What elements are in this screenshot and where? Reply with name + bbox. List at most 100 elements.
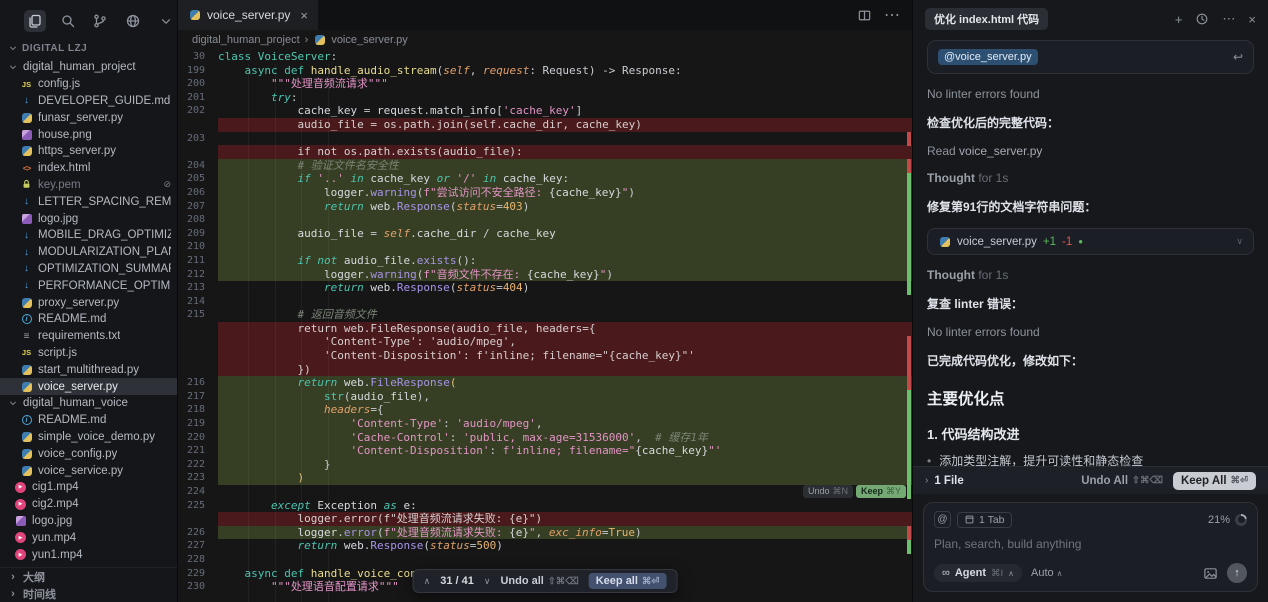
code-line-deleted-33[interactable]: logger.error(f"处理音频流请求失败: {e}")	[178, 512, 912, 526]
thought-duration[interactable]: Thought for 1s	[927, 268, 1254, 282]
code-line-216[interactable]: 216 return web.FileResponse(	[178, 376, 912, 390]
attach-image-icon[interactable]	[1203, 566, 1218, 581]
keep-all-button[interactable]: Keep all ⌘⏎	[589, 573, 667, 589]
chat-close-icon[interactable]: ×	[1248, 12, 1256, 27]
code-line-212[interactable]: 212 logger.warning(f"音频文件不存在: {cache_key…	[178, 268, 912, 282]
code-line-223[interactable]: 223 )	[178, 471, 912, 485]
undo-all-files-button[interactable]: Undo All ⇧⌘⌫	[1081, 475, 1163, 487]
tree-item-logo.jpg[interactable]: logo.jpg	[0, 210, 177, 227]
code-line-207[interactable]: 207 return web.Response(status=403)	[178, 200, 912, 214]
code-line-226[interactable]: 226 logger.error(f"处理音频流请求失败: {e}", exc_…	[178, 526, 912, 540]
code-line-214[interactable]: 214	[178, 295, 912, 309]
code-line-deleted-6[interactable]: if not os.path.exists(audio_file):	[178, 145, 912, 159]
code-line-deleted-19[interactable]: return web.FileResponse(audio_file, head…	[178, 322, 912, 336]
code-line-199[interactable]: 199 async def handle_audio_stream(self, …	[178, 64, 912, 78]
chat-more-icon[interactable]: ⋯	[1222, 11, 1235, 27]
context-file-chip[interactable]: @voice_server.py	[938, 49, 1038, 65]
agent-mode-selector[interactable]: ∞ Agent ⌘I ∧	[934, 564, 1022, 582]
tree-item-README.md[interactable]: iREADME.md	[0, 412, 177, 429]
chat-input[interactable]	[934, 537, 1247, 551]
prev-diff-icon[interactable]: ∧	[424, 576, 431, 587]
keep-all-files-button[interactable]: Keep All ⌘⏎	[1173, 472, 1256, 490]
code-line-225[interactable]: 225 except Exception as e:	[178, 499, 912, 513]
tree-item-yun1.mp4[interactable]: ▶yun1.mp4	[0, 546, 177, 563]
tree-item-MODULARIZATION_PLAN.md[interactable]: ↓MODULARIZATION_PLAN.md	[0, 244, 177, 261]
tree-item-DEVELOPER_GUIDE.md[interactable]: ↓DEVELOPER_GUIDE.md	[0, 93, 177, 110]
tree-item-voice_service.py[interactable]: voice_service.py	[0, 462, 177, 479]
chat-tab-title[interactable]: 优化 index.html 代码	[925, 8, 1048, 30]
tab-close-icon[interactable]: ×	[300, 8, 308, 23]
files-count-label[interactable]: 1 File	[934, 475, 963, 487]
tab-voice-server[interactable]: voice_server.py ×	[178, 0, 318, 30]
undo-all-button[interactable]: Undo all ⇧⌘⌫	[500, 575, 578, 587]
code-line-228[interactable]: 228	[178, 553, 912, 567]
code-line-217[interactable]: 217 str(audio_file),	[178, 390, 912, 404]
code-line-deleted-21[interactable]: 'Content-Disposition': f'inline; filenam…	[178, 349, 912, 363]
code-line-219[interactable]: 219 'Content-Type': 'audio/mpeg',	[178, 417, 912, 431]
code-line-213[interactable]: 213 return web.Response(status=404)	[178, 281, 912, 295]
code-line-222[interactable]: 222 }	[178, 458, 912, 472]
code-line-201[interactable]: 201 try:	[178, 91, 912, 105]
context-box[interactable]: @voice_server.py ↩	[927, 40, 1254, 74]
code-line-211[interactable]: 211 if not audio_file.exists():	[178, 254, 912, 268]
tree-item-cig1.mp4[interactable]: ▶cig1.mp4	[0, 479, 177, 496]
source-control-icon[interactable]	[90, 10, 112, 32]
sticky-scroll-line[interactable]: 30class VoiceServer:	[178, 50, 912, 64]
split-editor-icon[interactable]	[857, 8, 872, 23]
code-line-221[interactable]: 221 'Content-Disposition': f'inline; fil…	[178, 444, 912, 458]
tree-item-logo.jpg[interactable]: logo.jpg	[0, 513, 177, 530]
tree-folder-digital_human_voice[interactable]: digital_human_voice	[0, 395, 177, 412]
code-line-208[interactable]: 208	[178, 213, 912, 227]
history-icon[interactable]	[1195, 12, 1209, 26]
reply-icon[interactable]: ↩	[1233, 50, 1243, 64]
code-line-202[interactable]: 202 cache_key = request.match_info['cach…	[178, 104, 912, 118]
code-line-215[interactable]: 215 # 返回音频文件	[178, 308, 912, 322]
code-line-220[interactable]: 220 'Cache-Control': 'public, max-age=31…	[178, 431, 912, 445]
search-icon[interactable]	[57, 10, 79, 32]
edited-file-card[interactable]: voice_server.py+1-1●∨	[927, 228, 1254, 255]
code-line-deleted-20[interactable]: 'Content-Type': 'audio/mpeg',	[178, 335, 912, 349]
undo-hunk-button[interactable]: Undo⌘N	[803, 485, 853, 498]
editor-more-icon[interactable]: ⋯	[884, 5, 900, 25]
chevron-down-icon[interactable]	[155, 10, 177, 32]
code-line-204[interactable]: 204 # 验证文件名安全性	[178, 159, 912, 173]
tree-item-key.pem[interactable]: key.pem⊘	[0, 177, 177, 194]
tree-item-proxy_server.py[interactable]: proxy_server.py	[0, 294, 177, 311]
code-line-224[interactable]: 224Undo⌘NKeep⌘Y	[178, 485, 912, 499]
thought-duration[interactable]: Thought for 1s	[927, 171, 1254, 185]
send-button[interactable]: ↑	[1227, 563, 1247, 583]
tree-folder-digital_human_project[interactable]: digital_human_project	[0, 59, 177, 76]
tree-item-https_server.py[interactable]: https_server.py	[0, 143, 177, 160]
tree-item-README.md[interactable]: iREADME.md	[0, 311, 177, 328]
breadcrumb-file[interactable]: voice_server.py	[331, 34, 407, 46]
tree-item-simple_voice_demo.py[interactable]: simple_voice_demo.py	[0, 429, 177, 446]
code-line-deleted-4[interactable]: audio_file = os.path.join(self.cache_dir…	[178, 118, 912, 132]
model-selector[interactable]: Auto ∧	[1031, 567, 1063, 579]
tree-item-requirements.txt[interactable]: ≡requirements.txt	[0, 328, 177, 345]
code-line-deleted-22[interactable]: })	[178, 363, 912, 377]
tree-item-OPTIMIZATION_SUMMARY....[interactable]: ↓OPTIMIZATION_SUMMARY....	[0, 261, 177, 278]
tree-item-voice_server.py[interactable]: voice_server.py	[0, 378, 177, 395]
tree-item-house.png[interactable]: house.png	[0, 126, 177, 143]
code-line-200[interactable]: 200 """处理音频流请求"""	[178, 77, 912, 91]
breadcrumb-folder[interactable]: digital_human_project	[192, 34, 300, 46]
next-diff-icon[interactable]: ∨	[484, 576, 491, 587]
code-line-203[interactable]: 203	[178, 132, 912, 146]
code-line-30[interactable]: 30class VoiceServer:	[178, 50, 912, 64]
tree-item-script.js[interactable]: JSscript.js	[0, 345, 177, 362]
tree-item-index.html[interactable]: <>index.html	[0, 160, 177, 177]
keep-hunk-button[interactable]: Keep⌘Y	[856, 485, 906, 498]
tree-item-LETTER_SPACING_REMOV...[interactable]: ↓LETTER_SPACING_REMOV...	[0, 193, 177, 210]
workspace-title-row[interactable]: DIGITAL LZJ	[0, 38, 177, 59]
breadcrumb[interactable]: digital_human_project › voice_server.py	[178, 30, 912, 50]
tree-item-voice_config.py[interactable]: voice_config.py	[0, 445, 177, 462]
code-line-209[interactable]: 209 audio_file = self.cache_dir / cache_…	[178, 227, 912, 241]
tree-item-yun.mp4[interactable]: ▶yun.mp4	[0, 529, 177, 546]
new-chat-icon[interactable]: +	[1175, 12, 1183, 27]
code-line-227[interactable]: 227 return web.Response(status=500)	[178, 539, 912, 553]
code-line-206[interactable]: 206 logger.warning(f"尝试访问不安全路径: {cache_k…	[178, 186, 912, 200]
explorer-icon[interactable]	[24, 10, 46, 32]
tree-item-MOBILE_DRAG_OPTIMIZATI...[interactable]: ↓MOBILE_DRAG_OPTIMIZATI...	[0, 227, 177, 244]
tree-item-cig2.mp4[interactable]: ▶cig2.mp4	[0, 496, 177, 513]
code-line-218[interactable]: 218 headers={	[178, 403, 912, 417]
